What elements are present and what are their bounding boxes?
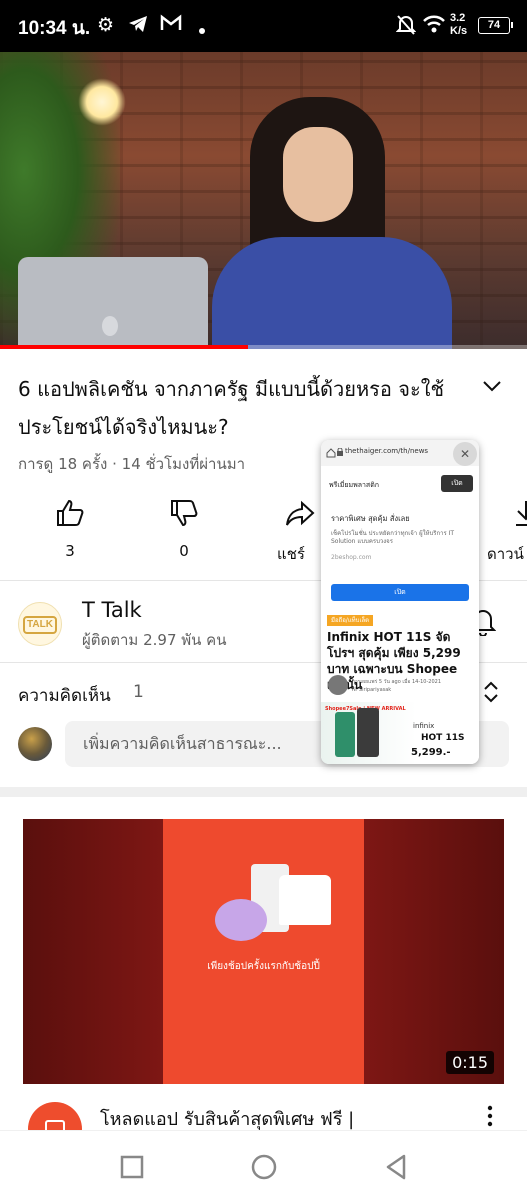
thumbs-up-icon: [57, 499, 84, 526]
dislike-count: 0: [179, 542, 189, 560]
user-avatar: [18, 727, 52, 761]
pip-author-avatar: [328, 675, 348, 695]
mute-bell-icon: [395, 14, 417, 41]
network-speed-value: 3.2: [450, 12, 466, 24]
video-duration: 0:15: [446, 1051, 494, 1074]
share-icon: [286, 500, 315, 526]
pip-byline: การเผยแพร่ 5 วัน ago เมื่อ 14-10-2021 N.…: [352, 678, 441, 694]
pip-banner-brand: infinix: [413, 722, 435, 730]
network-speed: 3.2 K/s: [450, 12, 467, 38]
lamp: [78, 78, 126, 126]
ad-video-blur-right: [364, 819, 504, 1084]
home-circle-icon[interactable]: [250, 1153, 278, 1181]
video-title[interactable]: 6 แอปพลิเคชัน จากภาครัฐ มีแบบนี้ด้วยหรอ …: [18, 370, 458, 446]
status-time: 10:34 น.: [18, 18, 91, 39]
laptop-logo: [102, 316, 118, 336]
like-button[interactable]: 3: [20, 498, 120, 560]
chevron-down-icon[interactable]: [478, 372, 506, 400]
channel-avatar[interactable]: TALK: [18, 602, 62, 646]
presenter-body: [212, 237, 452, 349]
dot-icon: [198, 18, 206, 40]
battery-indicator: 74: [478, 17, 513, 34]
video-progress-fill[interactable]: [0, 345, 248, 349]
pip-ad-body: เช็คโปรโมชั่น ประหยัดกว่าทุกเจ้า ผู้ให้บ…: [331, 530, 455, 545]
dislike-button[interactable]: 0: [134, 498, 234, 560]
home-icon: [326, 448, 336, 458]
status-bar: 10:34 น. ⚙ 3.2 K/s 74: [0, 0, 527, 52]
gmail-icon: [160, 14, 182, 37]
download-button[interactable]: ดาวน์: [473, 498, 527, 566]
comments-count: 1: [133, 682, 144, 702]
pip-banner-price: 5,299.-: [411, 747, 451, 758]
telegram-icon: [128, 14, 148, 39]
pip-ad-open-button[interactable]: เปิด: [331, 584, 469, 601]
pip-byline-date: การเผยแพร่ 5 วัน ago เมื่อ 14-10-2021: [352, 679, 442, 685]
thumbs-down-icon: [171, 500, 198, 527]
pip-url: thethaiger.com/th/news: [345, 447, 429, 455]
more-vertical-icon[interactable]: [484, 1104, 496, 1128]
close-icon[interactable]: ✕: [453, 442, 477, 466]
pip-category-tag: มือถือ/แท็บเล็ต: [327, 615, 374, 626]
like-count: 3: [65, 542, 75, 560]
section-separator: [0, 787, 527, 797]
pip-open-button[interactable]: เปิด: [441, 475, 473, 492]
system-navigation-bar: [0, 1130, 527, 1200]
ad-video-thumbnail[interactable]: เพียงช้อปครั้งแรกกับช้อปปี้ 0:15: [23, 819, 504, 1084]
presenter-face: [283, 127, 353, 222]
lock-icon: [337, 448, 343, 456]
gear-icon: ⚙: [97, 14, 115, 36]
ad-video-blur-left: [23, 819, 163, 1084]
pip-banner-model: HOT 11S: [421, 733, 465, 743]
video-meta: การดู 18 ครั้ง · 14 ชั่วโมงที่ผ่านมา: [18, 455, 246, 473]
recents-square-icon[interactable]: [120, 1155, 144, 1179]
pip-ad-heading: ราคาพิเศษ สุดคุ้ม สั่งเลย: [331, 514, 410, 523]
pip-ad-site: 2beshop.com: [331, 554, 372, 561]
network-speed-unit: K/s: [450, 25, 468, 37]
ad-video-caption: เพียงช้อปครั้งแรกกับช้อปปี้: [207, 961, 320, 972]
phone-image: [335, 712, 355, 757]
back-triangle-icon[interactable]: [384, 1153, 408, 1181]
comments-label[interactable]: ความคิดเห็น: [18, 682, 111, 709]
product-tshirt: [279, 875, 331, 925]
download-icon: [516, 501, 527, 526]
video-player[interactable]: [0, 52, 527, 349]
channel-avatar-text: TALK: [23, 616, 57, 634]
channel-subscribers: ผู้ติดตาม 2.97 พัน คน: [82, 631, 227, 649]
product-face-brush: [215, 899, 267, 941]
ad-title[interactable]: โหลดแอป รับสินค้าสุดพิเศษ ฟรี |: [100, 1104, 460, 1130]
expand-collapse-icon[interactable]: [481, 680, 501, 704]
phone-image: [357, 708, 379, 757]
download-label: ดาวน์: [487, 545, 524, 563]
pip-byline-author: N. Siripariyasak: [352, 687, 392, 693]
channel-name[interactable]: T Talk: [82, 598, 142, 622]
wifi-icon: [422, 14, 446, 39]
pip-promo-text: พรีเมี่ยมพลาสติก: [329, 481, 379, 489]
pip-browser-window[interactable]: thethaiger.com/th/news พรีเมี่ยมพลาสติก …: [321, 440, 479, 764]
ad-video-frame: [163, 819, 364, 1084]
